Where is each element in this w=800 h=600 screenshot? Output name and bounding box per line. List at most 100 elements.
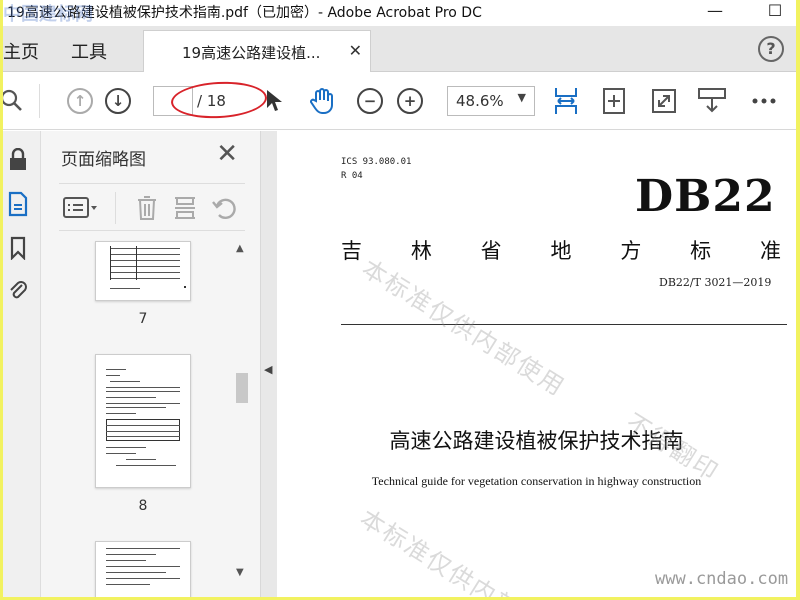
standard-code: DB22/T 3021—2019 bbox=[659, 276, 772, 289]
thumbnail-scrollbar[interactable]: ▲ ▼ bbox=[233, 239, 251, 589]
thumbnail-toolbar bbox=[59, 183, 245, 231]
panel-collapse-strip[interactable]: ◀ bbox=[261, 131, 277, 597]
thumb-line bbox=[106, 419, 180, 441]
heading-char: 吉 bbox=[341, 239, 362, 263]
title-bar: 19高速公路建设植被保护技术指南.pdf（已加密）- Adobe Acrobat… bbox=[3, 0, 796, 26]
thumb-line bbox=[106, 369, 126, 370]
thumb-line bbox=[106, 425, 180, 426]
thumb-line bbox=[126, 459, 156, 460]
left-nav-rail bbox=[3, 131, 41, 597]
scrollbar-thumb[interactable] bbox=[236, 373, 248, 403]
attachment-icon[interactable] bbox=[3, 273, 33, 307]
zoom-out-button[interactable]: − bbox=[355, 86, 385, 116]
thumb-line bbox=[136, 246, 137, 280]
thumb-line bbox=[116, 465, 176, 466]
thumb-line bbox=[106, 431, 180, 432]
panel-close-button[interactable]: ✕ bbox=[216, 139, 238, 169]
minimize-button[interactable]: — bbox=[695, 0, 735, 26]
thumb-line bbox=[110, 288, 140, 289]
restore-button[interactable]: ☐ bbox=[755, 0, 795, 26]
heading-char: 地 bbox=[550, 239, 572, 263]
minus-icon: − bbox=[357, 88, 383, 114]
page-thumbnail[interactable] bbox=[95, 241, 191, 301]
thumb-line bbox=[110, 381, 140, 382]
thumb-line bbox=[106, 554, 156, 555]
menu-home[interactable]: 主页 bbox=[3, 38, 39, 64]
r-line: R 04 bbox=[341, 171, 363, 181]
thumb-line bbox=[106, 436, 180, 437]
menu-tools[interactable]: 工具 bbox=[71, 38, 107, 64]
read-mode-icon[interactable] bbox=[697, 86, 727, 116]
toolbar-divider bbox=[39, 84, 40, 118]
thumbnail-options-icon[interactable] bbox=[63, 196, 99, 224]
thumb-line bbox=[110, 260, 180, 261]
thumb-line bbox=[106, 397, 156, 398]
extract-pages-icon[interactable] bbox=[173, 194, 197, 226]
panel-title: 页面缩略图 bbox=[61, 150, 146, 170]
help-button[interactable]: ? bbox=[758, 36, 784, 62]
thumb-line bbox=[106, 403, 180, 404]
thumb-line bbox=[106, 391, 180, 392]
zoom-in-button[interactable]: + bbox=[395, 86, 425, 116]
scroll-down-icon[interactable]: ▼ bbox=[236, 567, 244, 578]
page-thumbnails-icon[interactable] bbox=[3, 187, 33, 221]
province-standard-heading: 吉 林 省 地 方 标 准 bbox=[341, 235, 781, 265]
thumbnail-page-number: 8 bbox=[138, 498, 148, 514]
watermark-text: 本标准仅供内部使用 bbox=[356, 254, 571, 402]
thumb-line bbox=[106, 572, 166, 573]
thumb-line bbox=[110, 266, 180, 267]
tab-bar: 主页 工具 19高速公路建设植... ✕ ? bbox=[3, 26, 796, 72]
chevron-down-icon: ▼ bbox=[517, 91, 526, 104]
arrow-down-icon: ↓ bbox=[105, 88, 131, 114]
lock-icon[interactable] bbox=[3, 143, 33, 177]
hand-tool-icon[interactable] bbox=[307, 86, 337, 116]
document-subtitle: Technical guide for vegetation conservat… bbox=[371, 474, 702, 488]
document-tab[interactable]: 19高速公路建设植... ✕ bbox=[143, 30, 371, 72]
thumb-line bbox=[106, 566, 180, 567]
thumb-line bbox=[106, 407, 166, 408]
thumb-line bbox=[106, 453, 136, 454]
document-view[interactable]: ICS 93.080.01 R 04 DB22 吉 林 省 地 方 标 准 DB… bbox=[277, 131, 796, 597]
undo-icon[interactable] bbox=[211, 194, 239, 226]
thumb-line bbox=[106, 413, 136, 414]
collapse-arrow-icon[interactable]: ◀ bbox=[264, 363, 272, 376]
bookmark-icon[interactable] bbox=[3, 231, 33, 265]
next-page-button[interactable]: ↓ bbox=[103, 86, 133, 116]
rotate-view-icon[interactable] bbox=[599, 86, 629, 116]
heading-char: 省 bbox=[480, 239, 502, 263]
toolbar-divider bbox=[115, 192, 116, 224]
document-title: 高速公路建设植被保护技术指南 bbox=[389, 429, 684, 453]
scroll-up-icon[interactable]: ▲ bbox=[236, 243, 244, 254]
ics-line: ICS 93.080.01 bbox=[341, 157, 412, 167]
acrobat-window: 19高速公路建设植被保护技术指南.pdf（已加密）- Adobe Acrobat… bbox=[3, 0, 796, 597]
plus-icon: + bbox=[397, 88, 423, 114]
fit-width-icon[interactable] bbox=[551, 86, 581, 116]
heading-char: 标 bbox=[690, 239, 712, 263]
watermark-text: 本标准仅供内部 bbox=[354, 504, 525, 597]
page-thumbnail[interactable] bbox=[95, 354, 191, 488]
zoom-value: 48.6% bbox=[456, 92, 504, 110]
thumb-line bbox=[106, 387, 180, 388]
more-options-icon[interactable] bbox=[749, 86, 779, 116]
thumb-line bbox=[110, 248, 180, 249]
trash-icon[interactable] bbox=[135, 194, 159, 226]
search-icon[interactable] bbox=[3, 86, 27, 116]
page-thumbnail[interactable] bbox=[95, 541, 191, 597]
thumb-line bbox=[106, 375, 120, 376]
thumb-line bbox=[110, 254, 180, 255]
tab-close-button[interactable]: ✕ bbox=[349, 41, 362, 60]
select-cursor-icon[interactable] bbox=[259, 86, 289, 116]
thumb-line bbox=[110, 278, 180, 279]
zoom-select[interactable]: 48.6% ▼ bbox=[447, 86, 535, 116]
thumb-line bbox=[106, 578, 180, 579]
thumb-line bbox=[110, 246, 111, 280]
heading-char: 林 bbox=[410, 239, 432, 263]
thumbnail-page-number: 7 bbox=[138, 311, 148, 327]
document-tab-label: 19高速公路建设植... bbox=[182, 44, 321, 62]
heading-char: 方 bbox=[620, 239, 642, 263]
previous-page-button[interactable]: ↑ bbox=[65, 86, 95, 116]
ics-code: ICS 93.080.01 R 04 bbox=[341, 155, 411, 183]
thumb-line bbox=[106, 548, 180, 549]
full-screen-icon[interactable] bbox=[649, 86, 679, 116]
heading-char: 准 bbox=[759, 239, 781, 263]
